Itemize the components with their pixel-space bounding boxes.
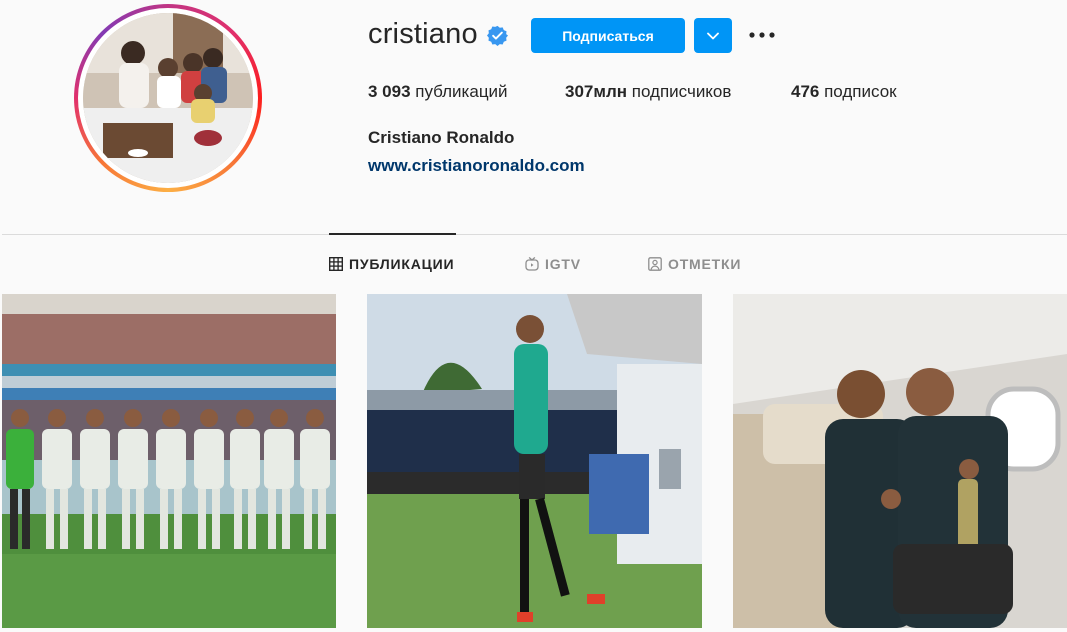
followers-count: 307млн — [565, 82, 628, 101]
stat-followers[interactable]: 307млн подписчиков — [565, 82, 731, 102]
igtv-icon — [525, 257, 539, 271]
profile-username: cristiano — [368, 18, 478, 50]
tab-posts[interactable]: ПУБЛИКАЦИИ — [329, 256, 454, 272]
tab-posts-label: ПУБЛИКАЦИИ — [349, 256, 455, 272]
more-horizontal-icon — [749, 32, 775, 38]
airplane-selfie-image — [733, 294, 1067, 628]
suggested-accounts-button[interactable] — [694, 18, 732, 53]
posts-count: 3 093 — [368, 82, 411, 101]
avatar-border — [78, 8, 258, 188]
following-label: подписок — [819, 82, 897, 101]
tab-igtv-label: IGTV — [545, 256, 581, 272]
posts-label: публикаций — [410, 82, 508, 101]
post-thumbnail-airplane-selfie[interactable] — [733, 294, 1067, 628]
post-thumbnail-team-lineup[interactable] — [2, 294, 336, 628]
stat-posts: 3 093 публикаций — [368, 82, 508, 102]
avatar[interactable] — [83, 13, 253, 183]
profile-full-name: Cristiano Ronaldo — [368, 128, 515, 147]
stat-following[interactable]: 476 подписок — [791, 82, 897, 102]
chevron-down-icon — [707, 32, 719, 39]
followers-label: подписчиков — [627, 82, 732, 101]
active-tab-indicator — [329, 233, 456, 235]
tab-tagged-label: ОТМЕТКИ — [668, 256, 742, 272]
follow-button[interactable]: Подписаться — [531, 18, 685, 53]
tab-tagged[interactable]: ОТМЕТКИ — [648, 256, 741, 272]
following-count: 476 — [791, 82, 820, 101]
post-thumbnail-player-walking[interactable] — [367, 294, 702, 628]
profile-avatar-ring[interactable] — [74, 4, 262, 192]
avatar-photo — [83, 13, 253, 183]
tabs-divider — [2, 234, 1067, 235]
player-walking-image — [367, 294, 702, 628]
verified-badge-icon — [487, 25, 508, 46]
tagged-icon — [648, 257, 662, 271]
grid-icon — [329, 257, 343, 271]
more-options-button[interactable] — [748, 24, 776, 46]
tab-igtv[interactable]: IGTV — [525, 256, 581, 272]
team-lineup-image — [2, 294, 336, 628]
profile-website-link[interactable]: www.cristianoronaldo.com — [368, 156, 585, 176]
